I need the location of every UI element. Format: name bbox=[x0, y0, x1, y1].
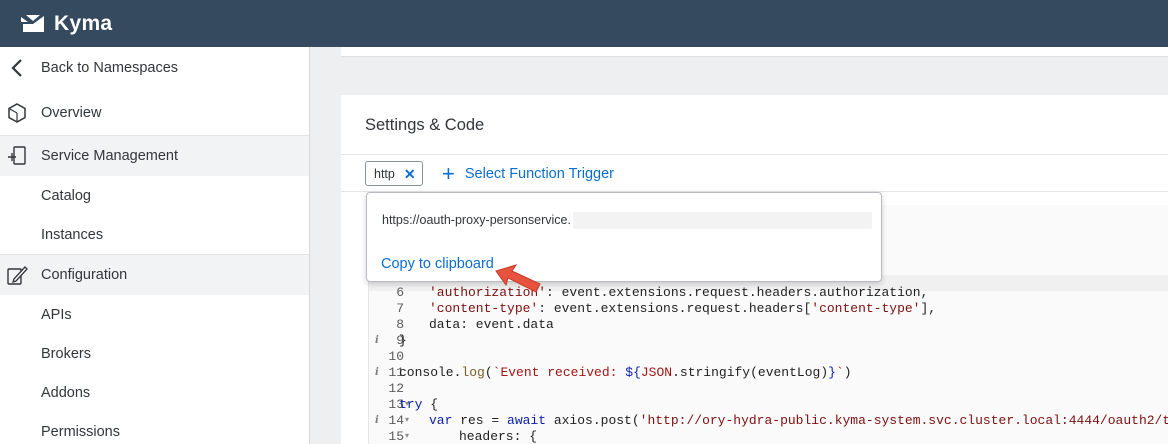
code-line: 9 i} bbox=[369, 333, 1168, 349]
line-number: 10 bbox=[388, 349, 404, 364]
line-number: 8 bbox=[396, 317, 404, 332]
sidebar-item-label: Instances bbox=[41, 226, 104, 243]
sidebar-section-label: Configuration bbox=[41, 267, 128, 283]
code-token: ` bbox=[835, 365, 844, 380]
code-text: console.log(`Event received: ${JSON.stri… bbox=[399, 365, 852, 381]
code-text: 'content-type': event.extensions.request… bbox=[429, 301, 936, 317]
code-token: data: event.data bbox=[429, 317, 554, 332]
code-token: axios.post( bbox=[546, 413, 640, 428]
sidebar-section-label: Service Management bbox=[41, 148, 179, 164]
sidebar-item-label: APIs bbox=[41, 306, 72, 323]
kyma-logo-icon bbox=[21, 14, 44, 32]
code-token: : event.extensions.request.headers.autho… bbox=[546, 285, 929, 300]
hexagon-icon bbox=[6, 102, 28, 124]
sidebar: Back to Namespaces Overview Service Mana… bbox=[0, 47, 310, 444]
url-redacted-area bbox=[572, 211, 872, 229]
code-token: 'content-type' bbox=[811, 301, 921, 316]
select-trigger-label: Select Function Trigger bbox=[464, 166, 614, 182]
trigger-url-text: https://oauth-proxy-personservice. bbox=[382, 213, 571, 227]
trigger-url-popover: https://oauth-proxy-personservice. Copy … bbox=[366, 192, 882, 282]
code-line: 15 ▾ headers: { bbox=[369, 429, 1168, 444]
brand-name: Kyma bbox=[54, 11, 113, 35]
fold-chevron-icon: ▾ bbox=[405, 416, 410, 425]
sidebar-item-permissions[interactable]: Permissions bbox=[0, 412, 309, 444]
code-token: res = bbox=[452, 413, 508, 428]
sidebar-section-service-management[interactable]: Service Management bbox=[0, 135, 309, 176]
code-token: headers: { bbox=[459, 429, 538, 444]
code-token: ( bbox=[484, 365, 493, 380]
shell-header: Kyma bbox=[0, 0, 1168, 47]
sidebar-item-brokers[interactable]: Brokers bbox=[0, 334, 309, 373]
line-number: 6 bbox=[396, 285, 404, 300]
code-token: } bbox=[399, 333, 407, 348]
code-line: 11 i console.log(`Event received: ${JSON.s… bbox=[369, 365, 1168, 381]
sidebar-section-configuration[interactable]: Configuration bbox=[0, 254, 309, 295]
code-token: ], bbox=[920, 301, 937, 316]
sidebar-item-label: Addons bbox=[41, 384, 91, 401]
sidebar-item-label: Back to Namespaces bbox=[41, 59, 179, 76]
plus-icon: + bbox=[442, 161, 455, 186]
annotation-arrow-icon bbox=[495, 264, 541, 293]
configuration-icon bbox=[6, 264, 28, 286]
code-token: 'content-type' bbox=[429, 301, 539, 316]
service-management-icon bbox=[6, 145, 28, 167]
code-line: 13 ▾ try { bbox=[369, 397, 1168, 413]
divider bbox=[341, 154, 1168, 155]
info-icon: i bbox=[375, 335, 379, 346]
code-line: 10 bbox=[369, 349, 1168, 365]
code-text: data: event.data bbox=[429, 317, 554, 333]
close-icon[interactable]: ✕ bbox=[404, 167, 416, 181]
copy-to-clipboard-link[interactable]: Copy to clipboard bbox=[381, 256, 494, 272]
code-token: ${ bbox=[625, 365, 641, 380]
code-text: } bbox=[399, 333, 407, 349]
code-line: 12 bbox=[369, 381, 1168, 397]
code-line: 8 data: event.data bbox=[369, 317, 1168, 333]
code-text: try { bbox=[399, 397, 438, 413]
panel-title: Settings & Code bbox=[365, 116, 485, 134]
select-function-trigger-button[interactable]: + Select Function Trigger bbox=[442, 162, 614, 186]
sidebar-item-catalog[interactable]: Catalog bbox=[0, 176, 309, 215]
code-token: : event.extensions.request.headers[ bbox=[538, 301, 812, 316]
sidebar-item-apis[interactable]: APIs bbox=[0, 295, 309, 334]
code-token: { bbox=[422, 397, 439, 412]
code-token: `Event received: bbox=[492, 365, 626, 380]
info-icon: i bbox=[375, 415, 379, 426]
code-line: 7 'content-type': event.extensions.reques… bbox=[369, 301, 1168, 317]
previous-panel bbox=[341, 47, 1168, 57]
sidebar-item-label: Brokers bbox=[41, 345, 91, 362]
sidebar-item-back[interactable]: Back to Namespaces bbox=[0, 47, 309, 88]
code-token: 'http://ory-hydra-public.kyma-system.svc… bbox=[639, 413, 1168, 428]
code-token: JSON bbox=[640, 365, 673, 380]
sidebar-item-overview[interactable]: Overview bbox=[0, 91, 309, 135]
code-text: var res = await axios.post('http://ory-h… bbox=[429, 413, 1168, 429]
sidebar-item-instances[interactable]: Instances bbox=[0, 215, 309, 254]
sidebar-item-addons[interactable]: Addons bbox=[0, 373, 309, 412]
sidebar-item-label: Permissions bbox=[41, 423, 120, 440]
line-number: 7 bbox=[396, 301, 404, 316]
code-token: var bbox=[429, 413, 453, 428]
code-text: headers: { bbox=[459, 429, 537, 444]
code-token: .stringify(eventLog) bbox=[672, 365, 829, 380]
code-token: try bbox=[399, 397, 423, 412]
chevron-left-icon bbox=[6, 57, 28, 79]
code-line: 14 i ▾ var res = await axios.post('http://o… bbox=[369, 413, 1168, 429]
code-line: 6'authorization': event.extensions.reque… bbox=[369, 285, 1168, 301]
trigger-url-field[interactable]: https://oauth-proxy-personservice. bbox=[382, 211, 872, 229]
code-token: console. bbox=[399, 365, 462, 380]
code-token: await bbox=[507, 413, 547, 428]
sidebar-item-label: Catalog bbox=[41, 187, 91, 204]
line-number: 12 bbox=[388, 381, 404, 396]
sidebar-item-label: Overview bbox=[41, 105, 102, 121]
trigger-token-http[interactable]: http ✕ bbox=[365, 161, 423, 186]
line-number: 15 bbox=[388, 429, 404, 444]
info-icon: i bbox=[375, 367, 379, 378]
fold-chevron-icon: ▾ bbox=[405, 432, 410, 441]
code-token: log bbox=[461, 365, 485, 380]
code-token: } bbox=[828, 365, 836, 380]
code-token: ) bbox=[843, 365, 852, 380]
trigger-token-label: http bbox=[374, 166, 395, 181]
